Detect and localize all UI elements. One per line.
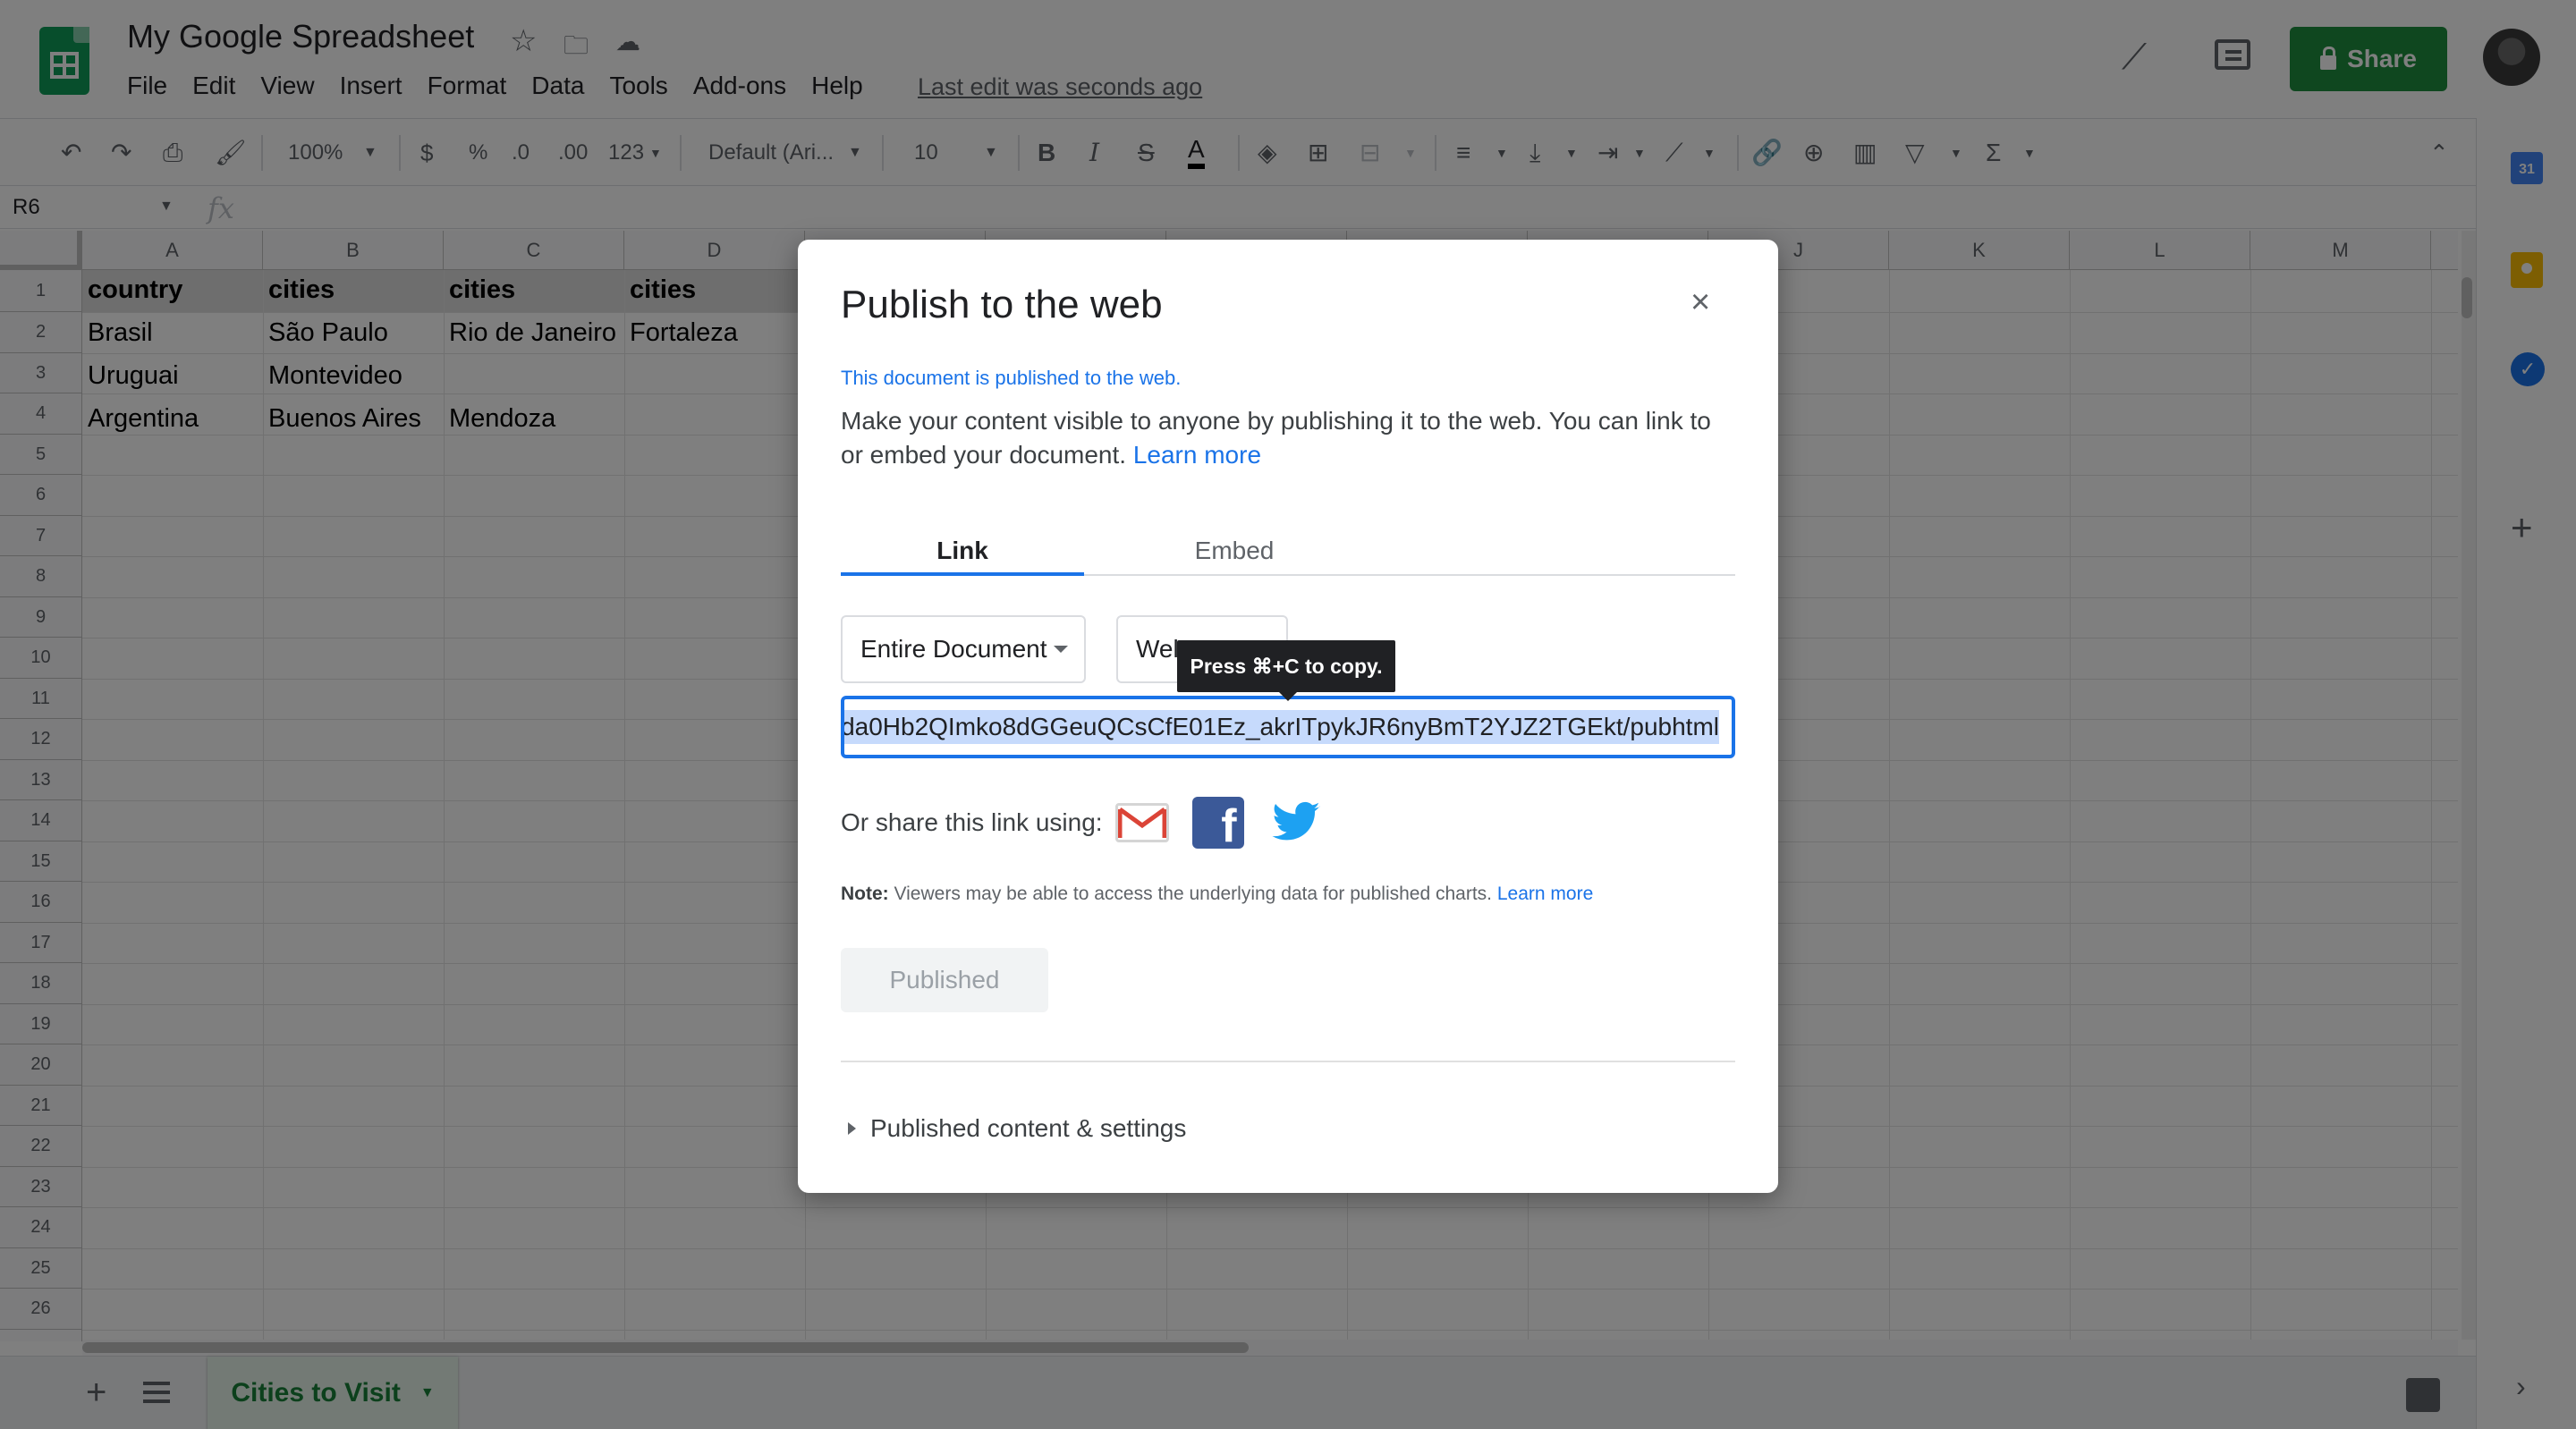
note-label: Note:	[841, 884, 889, 904]
dialog-divider	[841, 1061, 1735, 1062]
scope-select-value: Entire Document	[860, 635, 1047, 663]
note-learn-more-link[interactable]: Learn more	[1497, 884, 1593, 904]
copy-tooltip: Press ⌘+C to copy.	[1177, 640, 1395, 701]
scope-select[interactable]: Entire Document	[841, 615, 1086, 683]
close-icon[interactable]: ×	[1690, 284, 1710, 320]
published-button[interactable]: Published	[841, 948, 1048, 1012]
published-url-field[interactable]: 3da0Hb2QImko8dGGeuQCsCfE01Ez_akrITpykJR6…	[841, 696, 1735, 758]
gmail-icon[interactable]	[1114, 803, 1169, 842]
dialog-description: Make your content visible to anyone by p…	[841, 404, 1735, 472]
settings-label: Published content & settings	[870, 1114, 1187, 1142]
published-settings-toggle[interactable]: Published content & settings	[848, 1114, 1186, 1143]
publish-status: This document is published to the web.	[841, 367, 1182, 389]
learn-more-link[interactable]: Learn more	[1133, 441, 1261, 469]
dialog-title: Publish to the web	[841, 283, 1163, 326]
note-body: Viewers may be able to access the underl…	[894, 884, 1493, 904]
tab-link[interactable]: Link	[841, 533, 1084, 576]
facebook-icon[interactable]: f	[1191, 797, 1244, 852]
dialog-tabs: Link Embed	[841, 533, 1735, 576]
publish-dialog: Publish to the web × This document is pu…	[798, 240, 1778, 1193]
description-text: Make your content visible to anyone by p…	[841, 407, 1711, 469]
twitter-icon[interactable]	[1267, 797, 1325, 849]
expand-arrow-icon	[848, 1122, 856, 1135]
share-link-row: Or share this link using: f	[841, 794, 1325, 852]
share-via-label: Or share this link using:	[841, 808, 1103, 836]
tab-embed[interactable]: Embed	[1084, 533, 1385, 576]
note-text: Note: Viewers may be able to access the …	[841, 884, 1593, 905]
chevron-down-icon	[1054, 646, 1068, 653]
format-select-value: Wel	[1136, 635, 1179, 663]
published-url-text[interactable]: 3da0Hb2QImko8dGGeuQCsCfE01Ez_akrITpykJR6…	[844, 710, 1719, 744]
